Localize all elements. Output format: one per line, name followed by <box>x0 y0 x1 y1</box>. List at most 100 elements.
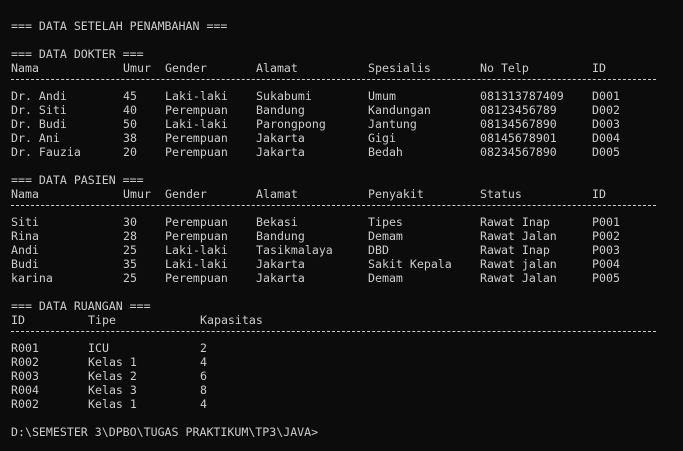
col-penyakit: Penyakit <box>368 187 424 201</box>
pasien-title: === DATA PASIEN === <box>11 173 144 187</box>
table-cell: R004 <box>11 383 39 397</box>
table-cell: ICU <box>88 341 109 355</box>
table-cell: 08145678901 <box>480 131 557 145</box>
table-cell: Jakarta <box>256 271 305 285</box>
table-cell: R003 <box>11 369 39 383</box>
table-cell: Kelas 1 <box>88 397 137 411</box>
table-cell: 08234567890 <box>480 145 557 159</box>
dokter-header-row: Nama Umur Gender Alamat Spesialis No Tel… <box>11 61 671 75</box>
table-cell: Perempuan <box>165 271 228 285</box>
ruangan-row: R002 Kelas 1 4 <box>11 397 671 411</box>
table-cell: P003 <box>592 243 620 257</box>
table-cell: 4 <box>200 397 207 411</box>
table-cell: 28 <box>123 229 137 243</box>
table-cell: Jakarta <box>256 145 305 159</box>
pasien-divider <box>11 205 656 206</box>
command-prompt[interactable]: D:\SEMESTER 3\DPBO\TUGAS PRAKTIKUM\TP3\J… <box>11 425 318 439</box>
pasien-row: Rina 28 Perempuan Bandung Demam Rawat Jalan P0… <box>11 229 671 243</box>
dokter-title: === DATA DOKTER === <box>11 47 144 61</box>
table-cell: Demam <box>368 271 403 285</box>
table-cell: Jantung <box>368 117 417 131</box>
dokter-row: Dr. Fauzia 20 Perempuan Jakarta Bedah 0823456… <box>11 145 671 159</box>
pasien-row: Andi 25 Laki-laki Tasikmalaya DBD Rawat Inap P… <box>11 243 671 257</box>
table-cell: 25 <box>123 243 137 257</box>
table-cell: 081313787409 <box>480 89 564 103</box>
col-nama: Nama <box>11 187 39 201</box>
table-cell: 38 <box>123 131 137 145</box>
table-cell: 45 <box>123 89 137 103</box>
table-cell: Perempuan <box>165 145 228 159</box>
table-cell: Bandung <box>256 103 305 117</box>
table-cell: Rawat Jalan <box>480 271 557 285</box>
table-cell: R002 <box>11 355 39 369</box>
table-cell: Bedah <box>368 145 403 159</box>
table-cell: D004 <box>592 131 620 145</box>
table-cell: R002 <box>11 397 39 411</box>
table-cell: Tipes <box>368 215 403 229</box>
table-cell: Laki-laki <box>165 117 228 131</box>
ruangan-row: R004 Kelas 3 8 <box>11 383 671 397</box>
table-cell: Kelas 1 <box>88 355 137 369</box>
table-cell: D001 <box>592 89 620 103</box>
pasien-row: Siti 30 Perempuan Bekasi Tipes Rawat Inap P001 <box>11 215 671 229</box>
table-cell: Dr. Siti <box>11 103 67 117</box>
table-cell: 2 <box>200 341 207 355</box>
table-cell: Demam <box>368 229 403 243</box>
table-cell: Kelas 2 <box>88 369 137 383</box>
table-cell: Rina <box>11 229 39 243</box>
table-cell: Laki-laki <box>165 257 228 271</box>
table-cell: Laki-laki <box>165 89 228 103</box>
table-cell: Rawat Jalan <box>480 229 557 243</box>
table-cell: karina <box>11 271 53 285</box>
table-cell: Laki-laki <box>165 243 228 257</box>
dokter-divider <box>11 79 656 80</box>
table-cell: Rawat Inap <box>480 243 550 257</box>
ruangan-divider <box>11 331 656 332</box>
table-cell: Perempuan <box>165 131 228 145</box>
ruangan-row: R002 Kelas 1 4 <box>11 355 671 369</box>
col-spesialis: Spesialis <box>368 61 431 75</box>
table-cell: P001 <box>592 215 620 229</box>
table-cell: Dr. Andi <box>11 89 67 103</box>
table-cell: Jakarta <box>256 257 305 271</box>
table-cell: R001 <box>11 341 39 355</box>
table-cell: DBD <box>368 243 389 257</box>
dokter-row: Dr. Budi 50 Laki-laki Parongpong Jantung 0813… <box>11 117 671 131</box>
col-kapasitas: Kapasitas <box>200 313 263 327</box>
table-cell: Budi <box>11 257 39 271</box>
col-id: ID <box>592 61 606 75</box>
dokter-row: Dr. Ani 38 Perempuan Jakarta Gigi 08145678901… <box>11 131 671 145</box>
col-gender: Gender <box>165 187 207 201</box>
table-cell: 50 <box>123 117 137 131</box>
page-header: === DATA SETELAH PENAMBAHAN === <box>11 19 228 33</box>
table-cell: Dr. Budi <box>11 117 67 131</box>
col-alamat: Alamat <box>256 187 298 201</box>
table-cell: Dr. Ani <box>11 131 60 145</box>
table-cell: 30 <box>123 215 137 229</box>
dokter-row: Dr. Siti 40 Perempuan Bandung Kandungan 08123… <box>11 103 671 117</box>
pasien-row: karina 25 Perempuan Jakarta Demam Rawat Jalan… <box>11 271 671 285</box>
table-cell: Kandungan <box>368 103 431 117</box>
table-cell: D005 <box>592 145 620 159</box>
table-cell: 4 <box>200 355 207 369</box>
table-cell: D002 <box>592 103 620 117</box>
table-cell: 8 <box>200 383 207 397</box>
table-cell: 20 <box>123 145 137 159</box>
table-cell: Sukabumi <box>256 89 312 103</box>
col-umur: Umur <box>123 187 151 201</box>
pasien-header-row: Nama Umur Gender Alamat Penyakit Status … <box>11 187 671 201</box>
table-cell: 35 <box>123 257 137 271</box>
table-cell: 08123456789 <box>480 103 557 117</box>
table-cell: 40 <box>123 103 137 117</box>
ruangan-row: R003 Kelas 2 6 <box>11 369 671 383</box>
table-cell: Tasikmalaya <box>256 243 333 257</box>
table-cell: P002 <box>592 229 620 243</box>
table-cell: Jakarta <box>256 131 305 145</box>
col-tipe: Tipe <box>88 313 116 327</box>
table-cell: Kelas 3 <box>88 383 137 397</box>
table-cell: Perempuan <box>165 215 228 229</box>
table-cell: Perempuan <box>165 103 228 117</box>
table-cell: P005 <box>592 271 620 285</box>
ruangan-header-row: ID Tipe Kapasitas <box>11 313 671 327</box>
col-id: ID <box>592 187 606 201</box>
